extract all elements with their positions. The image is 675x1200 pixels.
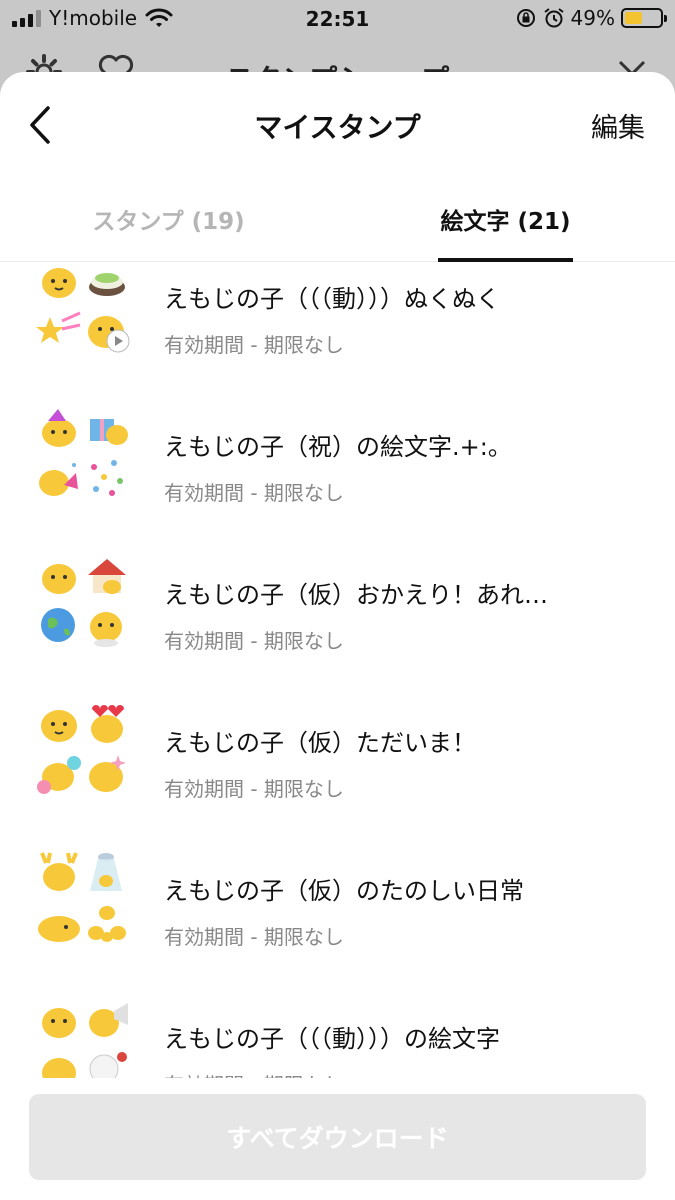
battery-icon — [621, 8, 667, 28]
tab-bar: スタンプ (19) 絵文字 (21) — [0, 182, 675, 262]
group-emoji-icon — [88, 906, 126, 942]
list-item[interactable]: えもじの子（仮）ただいま！ 有効期間 - 期限なし — [0, 701, 675, 849]
tab-stamps[interactable]: スタンプ (19) — [0, 182, 337, 262]
cheering-emoji-icon — [37, 756, 81, 794]
item-validity: 有効期間 - 期限なし — [164, 481, 344, 505]
gift-box-icon — [90, 419, 128, 445]
list-item[interactable]: えもじの子（（（動）））ぬくぬく 有効期間 - 期限なし — [0, 263, 675, 405]
item-title: えもじの子（仮）のたのしい日常 — [164, 877, 524, 905]
bear-emoji-icon — [89, 1052, 127, 1078]
tab-emoji[interactable]: 絵文字 (21) — [337, 182, 674, 262]
alarm-icon — [543, 8, 564, 28]
edit-button[interactable]: 編集 — [591, 106, 645, 145]
emoji-character-icon — [88, 316, 130, 353]
item-validity: 有効期間 - 期限なし — [164, 925, 344, 949]
megaphone-emoji-icon — [89, 1003, 128, 1037]
star-emoji-icon — [36, 311, 81, 343]
list-item[interactable]: えもじの子（仮）おかえり！あれ… 有効期間 - 期限なし — [0, 553, 675, 701]
item-validity: 有効期間 - 期限なし — [164, 333, 344, 357]
party-emoji-icon — [42, 409, 76, 447]
emoji-character-icon — [42, 268, 76, 298]
emoji-character-icon — [41, 710, 77, 742]
food-bowl-icon — [89, 273, 125, 296]
bottom-bar: すべてダウンロード — [0, 1078, 675, 1200]
ufo-icon — [90, 853, 122, 891]
item-validity: 有効期間 - 期限なし — [164, 777, 344, 801]
battery-percentage: 49% — [570, 6, 615, 30]
sparkle-emoji-icon — [89, 755, 126, 792]
emoji-thumbnail-grid — [36, 701, 132, 797]
house-icon — [88, 559, 126, 594]
emoji-thumbnail-grid — [36, 997, 132, 1078]
emoji-thumbnail-grid — [36, 849, 132, 945]
party-popper-icon — [39, 463, 78, 496]
heart-eyes-emoji-icon — [91, 705, 124, 743]
navigation-bar: マイスタンプ 編集 — [0, 72, 675, 182]
download-all-button[interactable]: すべてダウンロード — [29, 1094, 646, 1180]
peace-sign-emoji-icon — [40, 852, 78, 891]
emoji-character-icon — [42, 1008, 76, 1038]
rotation-lock-icon — [516, 9, 535, 27]
list-item[interactable]: えもじの子（仮）のたのしい日常 有効期間 - 期限なし — [0, 849, 675, 997]
emoji-character-icon — [42, 564, 76, 594]
active-tab-indicator — [438, 258, 573, 262]
item-title: えもじの子（仮）おかえり！あれ… — [164, 581, 548, 609]
globe-icon — [41, 608, 75, 642]
emoji-character-icon — [90, 612, 122, 647]
item-validity: 有効期間 - 期限なし — [164, 1069, 344, 1078]
item-title: えもじの子（（（動）））の絵文字 — [164, 1025, 500, 1053]
item-validity: 有効期間 - 期限なし — [164, 629, 344, 653]
emoji-character-icon — [42, 1058, 76, 1078]
item-title: えもじの子（仮）ただいま！ — [164, 729, 476, 757]
my-stamps-sheet: マイスタンプ 編集 スタンプ (19) 絵文字 (21) えもじの子（（（動））… — [0, 72, 675, 1200]
lying-emoji-icon — [38, 916, 80, 942]
emoji-thumbnail-grid — [36, 263, 132, 353]
emoji-thumbnail-grid — [36, 553, 132, 649]
status-bar: Y!mobile 22:51 49% — [0, 0, 675, 38]
list-item[interactable]: えもじの子（（（動）））の絵文字 有効期間 - 期限なし — [0, 997, 675, 1078]
item-title: えもじの子（（（動）））ぬくぬく — [164, 285, 500, 313]
list-item[interactable]: えもじの子（祝）の絵文字.+:。 有効期間 - 期限なし — [0, 405, 675, 553]
item-title: えもじの子（祝）の絵文字.+:。 — [164, 433, 512, 461]
emoji-list: えもじの子（（（動）））ぬくぬく 有効期間 - 期限なし えもじの子（祝）の絵文… — [0, 263, 675, 1078]
emoji-thumbnail-grid — [36, 405, 132, 501]
confetti-icon — [91, 460, 123, 496]
page-title: マイスタンプ — [254, 111, 421, 144]
